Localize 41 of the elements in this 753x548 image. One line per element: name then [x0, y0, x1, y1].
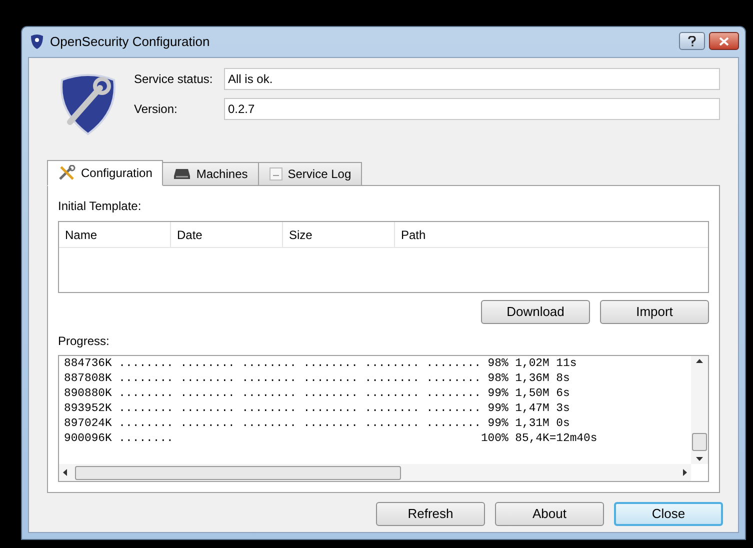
field-label: Service status: — [134, 71, 214, 88]
template-button[interactable]: Import — [600, 300, 709, 324]
log-line: 884736K ........ ........ ........ ........ ........ ........ 98% 1,02M 11s — [64, 357, 578, 372]
column-header[interactable]: Name — [59, 222, 171, 247]
drive-icon — [173, 168, 192, 180]
tab[interactable]: Configuration — [47, 160, 164, 186]
window-title: OpenSecurity Configuration — [50, 33, 210, 52]
section-label: Initial Template: — [58, 198, 142, 215]
down-arrow-icon — [696, 457, 703, 461]
readonly-field[interactable]: All is ok. — [224, 68, 720, 90]
column-header[interactable]: Path — [395, 222, 708, 247]
scrollbar-thumb[interactable] — [692, 433, 707, 451]
column-header[interactable]: Size — [283, 222, 395, 247]
column-header[interactable]: Date — [171, 222, 283, 247]
document-icon — [268, 167, 283, 181]
horizontal-scrollbar[interactable] — [59, 464, 691, 481]
scrollbar-thumb[interactable] — [75, 466, 401, 480]
shield-icon — [30, 34, 44, 50]
field-label: Version: — [134, 101, 178, 118]
dialog-button[interactable]: Refresh — [376, 502, 485, 526]
template-button[interactable]: Download — [481, 300, 590, 324]
tab[interactable]: Machines — [162, 162, 259, 185]
section-label: Progress: — [58, 333, 110, 350]
tab[interactable]: Service Log — [258, 162, 362, 185]
close-icon — [719, 36, 729, 46]
question-mark-icon — [688, 36, 696, 46]
log-line: 897024K ........ ........ ........ ........ ........ ........ 99% 1,31M 0s — [64, 417, 571, 432]
vertical-scrollbar[interactable] — [691, 356, 708, 464]
log-line: 893952K ........ ........ ........ ........ ........ ........ 99% 1,47M 3s — [64, 402, 571, 417]
right-arrow-icon — [683, 469, 687, 476]
log-line: 900096K ........ 100% 85,4K=12m40s — [64, 432, 598, 447]
tools-icon — [58, 165, 76, 181]
help-button[interactable] — [679, 32, 705, 50]
left-arrow-icon — [63, 469, 67, 476]
log-line: 887808K ........ ........ ........ ........ ........ ........ 98% 1,36M 8s — [64, 372, 571, 387]
readonly-field[interactable]: 0.2.7 — [224, 98, 720, 120]
dialog-button[interactable]: About — [495, 502, 604, 526]
log-line: 890880K ........ ........ ........ ........ ........ ........ 99% 1,50M 6s — [64, 387, 571, 402]
close-button[interactable] — [709, 32, 739, 50]
dialog-button[interactable]: Close — [614, 502, 723, 526]
up-arrow-icon — [696, 359, 703, 363]
